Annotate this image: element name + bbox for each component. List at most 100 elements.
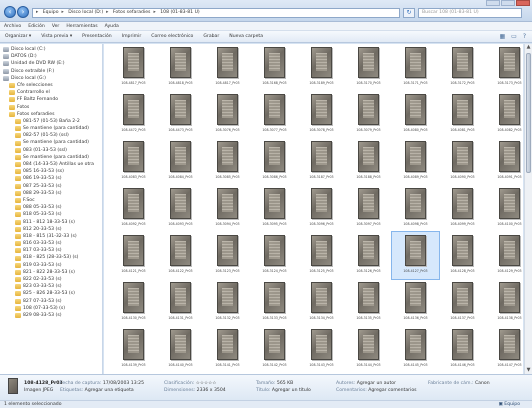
nav-tree-item[interactable]: 811 - 812 18-33-53 (s) [0,219,102,226]
file-tile[interactable]: 108-3189_Pr03 [298,44,345,91]
scroll-up-icon[interactable]: ▲ [525,44,532,51]
print-button[interactable]: Imprimir [122,34,142,39]
file-tile[interactable]: 108-3133_Pr03 [251,279,298,326]
file-tile[interactable]: 108-3094_Pr03 [204,185,251,232]
file-tile[interactable]: 108-4090_Pr03 [439,138,486,185]
menu-tools[interactable]: Herramientas [66,24,97,29]
file-tile[interactable]: 108-4080_Pr03 [392,91,439,138]
file-tile[interactable]: 108-3187_Pr03 [298,138,345,185]
menu-view[interactable]: Ver [52,24,60,29]
nav-tree-item[interactable]: 822 02-33-53 (s) [0,276,102,283]
file-tile[interactable]: 108-4817_Pr03 [204,44,251,91]
nav-tree-item[interactable]: Cfe selecciones [0,82,102,89]
file-tile[interactable]: 108-4472_Pr03 [110,91,157,138]
nav-tree-item[interactable]: 083 (01-33-53 (ssl) [0,147,102,154]
nav-tree-item[interactable]: Disco local (C:) [0,46,102,53]
address-field[interactable]: ▸ Equipo ▸ Disco local (D:) ▸ Fotos sefara… [32,8,400,18]
nav-tree-item[interactable]: 821 - 822 28-33-53 (s) [0,269,102,276]
file-tile[interactable]: 108-3188_Pr03 [345,138,392,185]
burn-button[interactable]: Grabar [203,34,219,39]
nav-tree-item[interactable]: 081-57 (01-53) Baña 2-2 [0,118,102,125]
preview-pane-icon[interactable]: ▭ [511,33,517,40]
file-tile[interactable]: 108-4093_Pr03 [157,185,204,232]
file-tile[interactable]: 108-3171_Pr03 [392,44,439,91]
file-tile[interactable]: 108-3170_Pr03 [345,44,392,91]
nav-tree-item[interactable]: 087 25-33-53 (s) [0,183,102,190]
nav-tree-item[interactable]: 817 03-33-53 (s) [0,247,102,254]
file-tile[interactable]: 108-3078_Pr03 [298,91,345,138]
file-tile[interactable]: 108-3142_Pr03 [251,326,298,373]
nav-tree-item[interactable]: 819 03-33-53 (s) [0,262,102,269]
back-button[interactable]: ‹ [4,6,16,18]
file-tile[interactable]: 108-3096_Pr03 [298,185,345,232]
file-tile[interactable]: 108-4130_Pr03 [110,279,157,326]
file-tile[interactable]: 108-3144_Pr03 [345,326,392,373]
file-tile[interactable]: 108-3086_Pr03 [251,138,298,185]
forward-button[interactable]: › [17,6,29,18]
nav-tree-item[interactable]: 829 08-33-53 (s) [0,312,102,319]
file-tile[interactable]: 108-3135_Pr03 [345,279,392,326]
file-tile[interactable]: 108-4147_Pr03 [486,326,523,373]
nav-tree-item[interactable]: 086 19-33-53 (s) [0,175,102,182]
file-tile[interactable]: 108-3173_Pr03 [486,44,523,91]
nav-tree-item[interactable]: 818 - 815 (31-32-33 (s) [0,233,102,240]
organize-button[interactable]: Organizar ▾ [5,34,31,39]
file-tile[interactable]: 108-3079_Pr03 [345,91,392,138]
file-tile[interactable]: 108-4082_Pr03 [486,91,523,138]
close-button[interactable] [516,0,530,6]
file-tile[interactable]: 108-4139_Pr03 [110,326,157,373]
nav-tree-item[interactable]: 818 - 825 (28-33-53) (s) [0,254,102,261]
nav-tree-item[interactable]: 082-57 (01-53) (ssl) [0,132,102,139]
nav-tree-item[interactable]: Se mantiene (para cantidad) [0,125,102,132]
file-tile[interactable]: 108-3097_Pr03 [345,185,392,232]
file-tile[interactable]: 108-4084_Pr03 [157,138,204,185]
file-tile[interactable]: 108-4473_Pr03 [157,91,204,138]
file-tile[interactable]: 108-3077_Pr03 [251,91,298,138]
nav-tree-item[interactable]: 108 (07-33-53) (s) [0,305,102,312]
file-tile[interactable]: 108-4127_Pr03 [391,231,440,280]
email-button[interactable]: Correo electrónico [151,34,193,39]
nav-tree-item[interactable]: Contrarrollo el [0,89,102,96]
nav-tree-item[interactable]: 827 07-33-53 (s) [0,298,102,305]
nav-tree-item[interactable]: Disco local (G:) [0,75,102,82]
nav-tree-item[interactable]: FF Baltz Fernando [0,96,102,103]
scroll-thumb[interactable] [526,53,531,173]
file-tile[interactable]: 108-3076_Pr03 [204,91,251,138]
nav-tree-item[interactable]: Se mantiene (para cantidad) [0,154,102,161]
nav-tree-item[interactable]: 818 05-33-53 (s) [0,211,102,218]
nav-tree-item[interactable]: 085 16-33-53 (ss) [0,168,102,175]
tags-value[interactable]: Agregar una etiqueta [85,388,134,393]
nav-tree-item[interactable]: 825 - 826 28-33-53 (s) [0,290,102,297]
file-tile[interactable]: 108-4137_Pr03 [439,279,486,326]
file-tile[interactable]: 108-4131_Pr03 [157,279,204,326]
nav-tree-item[interactable]: Disco extraíble (F:) [0,68,102,75]
nav-tree-item[interactable]: Fotos [0,104,102,111]
file-tile[interactable]: 108-3143_Pr03 [298,326,345,373]
file-tile[interactable]: 108-3124_Pr03 [251,232,298,279]
file-tile[interactable]: 108-3123_Pr03 [204,232,251,279]
authors-value[interactable]: Agregar un autor [357,381,396,386]
title-value[interactable]: Agregar un título [272,388,311,393]
menu-file[interactable]: Archivo [4,24,21,29]
nav-tree-item[interactable]: 088 29-33-53 (s) [0,190,102,197]
nav-tree-item[interactable]: 084 (14-33-53) Antillas ue otra [0,161,102,168]
file-tile[interactable]: 108-3085_Pr03 [204,138,251,185]
nav-tree-item[interactable]: 812 20-33-53 (s) [0,226,102,233]
nav-tree-item[interactable]: Se mantiene (para cantidad) [0,139,102,146]
views-icon[interactable]: ▦ [499,33,505,40]
nav-tree-item[interactable]: 816 03-33-53 (s) [0,240,102,247]
file-tile[interactable]: 108-4129_Pr03 [486,232,523,279]
scroll-down-icon[interactable]: ▼ [525,367,532,374]
nav-tree-item[interactable]: 823 03-33-53 (s) [0,283,102,290]
file-tile[interactable]: 108-4089_Pr03 [392,138,439,185]
breadcrumb-segment[interactable]: 108 (01-83-81 U) [160,10,200,15]
file-tile[interactable]: 108-4146_Pr03 [439,326,486,373]
rating-stars[interactable]: ☆☆☆☆☆ [196,381,217,386]
file-tile[interactable]: 108-4817_Pr03 [110,44,157,91]
vertical-scrollbar[interactable]: ▲ ▼ [524,44,532,374]
menu-help[interactable]: Ayuda [105,24,119,29]
refresh-button[interactable]: ↻ [403,8,415,18]
nav-tree-item[interactable]: 088 05-33-53 (s) [0,204,102,211]
help-icon[interactable]: ? [523,33,526,40]
nav-tree-item[interactable]: F.Soc [0,197,102,204]
